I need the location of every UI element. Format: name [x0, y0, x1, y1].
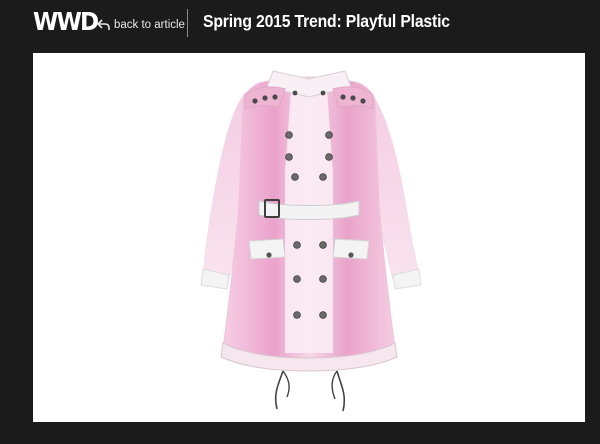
back-arrow-icon — [97, 19, 110, 30]
slideshow-title: Spring 2015 Trend: Playful Plastic — [203, 11, 450, 31]
header-divider — [187, 9, 188, 37]
slide-image-frame[interactable] — [33, 53, 585, 422]
back-link-label: back to article — [114, 19, 185, 31]
trench-coat-image — [200, 70, 422, 412]
back-to-article-link[interactable]: back to article — [97, 15, 185, 35]
top-bar: WWD back to article Spring 2015 Trend: P… — [0, 0, 600, 52]
wwd-logo[interactable]: WWD — [33, 7, 99, 36]
